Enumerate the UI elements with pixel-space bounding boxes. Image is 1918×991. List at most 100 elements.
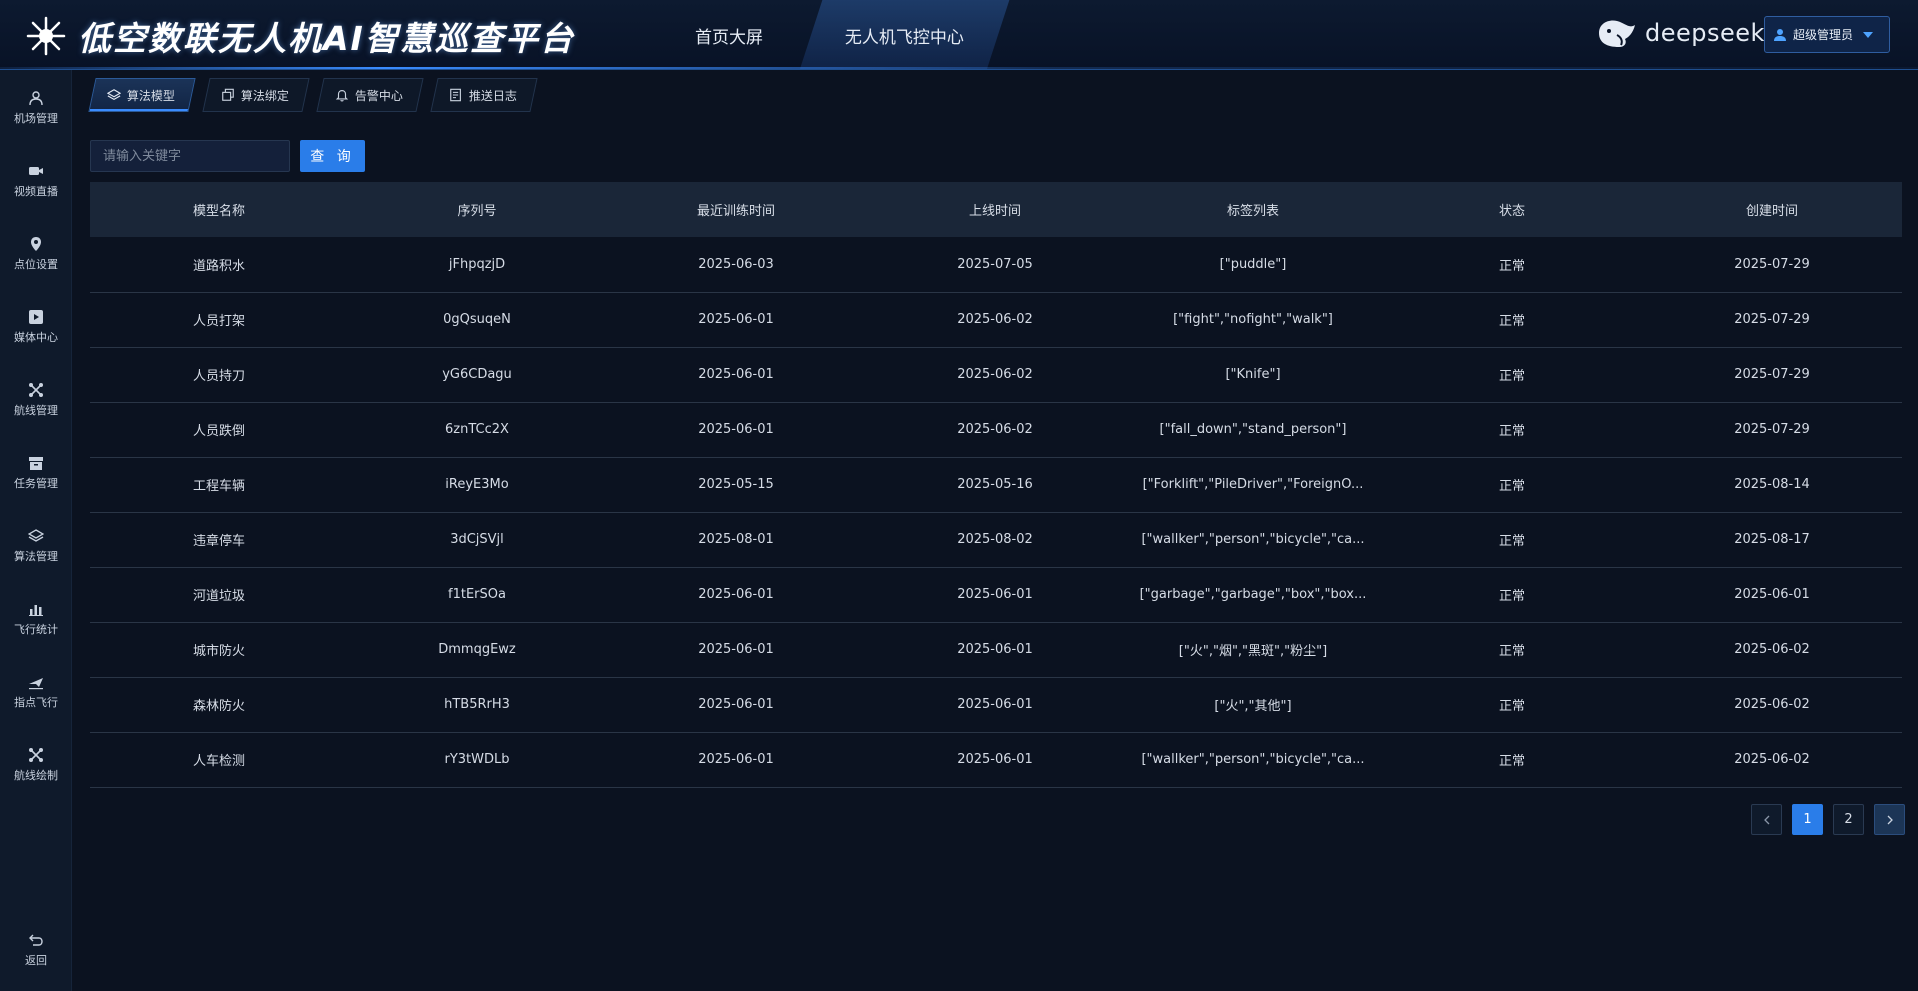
sidebar-item-points[interactable]: 点位设置	[0, 224, 72, 284]
tab-label: 告警中心	[355, 88, 404, 103]
brand-text: deepseek	[1645, 19, 1765, 47]
log-icon	[450, 88, 461, 102]
column-header: 上线时间	[968, 204, 1021, 219]
tab-alarm-center[interactable]: 告警中心	[316, 78, 424, 112]
tab-algorithm-model[interactable]: 算法模型	[88, 78, 196, 112]
tab-algorithm-binding[interactable]: 算法绑定	[202, 78, 310, 112]
table-cell: 人员打架	[192, 314, 245, 329]
table-cell: 2025-06-01	[698, 422, 774, 437]
next-page-button[interactable]	[1874, 804, 1905, 835]
whale-logo-icon	[1599, 20, 1635, 47]
table-cell: jFhpqzjD	[448, 256, 506, 272]
table-cell: 2025-06-01	[957, 642, 1033, 657]
table-row: 道路积水 jFhpqzjD 2025-06-03 2025-07-05 ["puddle…	[90, 237, 1902, 292]
table-cell: 违章停车	[192, 534, 245, 549]
sidebar-item-label: 机场管理	[14, 112, 58, 125]
table-cell: 2025-06-01	[1734, 587, 1810, 602]
sidebar-item-media[interactable]: 媒体中心	[0, 297, 72, 357]
table-cell: iReyE3Mo	[445, 477, 509, 492]
chevron-down-icon	[1863, 31, 1874, 38]
sidebar-item-point-flight[interactable]: 指点飞行	[0, 662, 72, 722]
tab-label: 推送日志	[469, 88, 518, 103]
table-cell: rY3tWDLb	[444, 752, 510, 767]
table-cell: ["fall_down","stand_person"]	[1159, 422, 1347, 437]
nav-home-screen[interactable]: 首页大屏	[665, 0, 793, 69]
table-cell: 2025-06-02	[1734, 642, 1810, 657]
table-cell: 2025-06-03	[698, 256, 774, 272]
pagination: 1 2	[1751, 804, 1905, 835]
query-button[interactable]: 查 询	[300, 140, 365, 172]
table-cell: 2025-06-01	[698, 697, 774, 712]
table-cell: 2025-06-01	[698, 312, 774, 327]
back-button[interactable]: 返回	[0, 920, 72, 980]
column-header: 模型名称	[192, 204, 245, 219]
back-label: 返回	[25, 954, 47, 967]
table-cell: ["fight","nofight","walk"]	[1173, 312, 1333, 327]
bell-icon	[335, 90, 349, 102]
table-cell: 正常	[1498, 699, 1525, 714]
table-cell: 3dCjSVjl	[450, 532, 504, 547]
nav-drone-control-center[interactable]: 无人机飞控中心	[799, 0, 1010, 69]
table-cell: ["Forklift","PileDriver","ForeignO...	[1142, 477, 1364, 492]
table-cell: 2025-07-29	[1734, 367, 1810, 382]
table-cell: yG6CDagu	[442, 367, 512, 382]
table-row: 人员跌倒 6znTCc2X 2025-06-01 2025-06-02 ["fall_d…	[90, 402, 1902, 457]
table-cell: 2025-08-01	[698, 532, 774, 547]
sidebar-item-live-video[interactable]: 视频直播	[0, 151, 72, 211]
table-cell: ["wallker","person","bicycle","ca...	[1141, 532, 1365, 547]
column-header: 序列号	[457, 204, 497, 219]
table-row: 人员打架 0gQsuqeN 2025-06-01 2025-06-02 ["fight"…	[90, 292, 1902, 347]
table-cell: 正常	[1498, 424, 1525, 439]
table-cell: 正常	[1498, 258, 1525, 274]
sidebar-item-label: 指点飞行	[14, 696, 58, 709]
table-cell: 正常	[1498, 479, 1525, 494]
table-cell: 2025-06-02	[1734, 697, 1810, 712]
sidebar-item-routes[interactable]: 航线管理	[0, 370, 72, 430]
brand-logo: deepseek	[1595, 15, 1765, 51]
top-nav: 首页大屏 无人机飞控中心	[665, 0, 1010, 69]
column-header: 最近训练时间	[696, 204, 775, 219]
table-cell: ["火","其他"]	[1214, 699, 1292, 714]
top-header: 低空数联无人机AI智慧巡查平台 首页大屏 无人机飞控中心 deepseek 超级…	[0, 0, 1918, 70]
page-button-1[interactable]: 1	[1792, 804, 1823, 835]
prev-page-button[interactable]	[1751, 804, 1782, 835]
column-header: 状态	[1498, 204, 1525, 219]
sidebar-item-flight-stats[interactable]: 飞行统计	[0, 589, 72, 649]
table-cell: 2025-08-17	[1734, 532, 1810, 547]
bar-chart-icon	[29, 605, 43, 616]
sidebar-item-label: 视频直播	[14, 185, 58, 198]
keyword-search-input[interactable]	[90, 140, 290, 172]
page-button-2[interactable]: 2	[1833, 804, 1864, 835]
table-cell: ["火","烟","黑斑","粉尘"]	[1178, 644, 1328, 659]
table-cell: 0gQsuqeN	[443, 312, 511, 327]
drone-logo-icon	[26, 16, 66, 56]
video-icon	[29, 167, 43, 175]
table-cell: 2025-06-01	[957, 587, 1033, 602]
table-row: 人车检测 rY3tWDLb 2025-06-01 2025-06-01 ["wallke…	[90, 732, 1902, 787]
sidebar-item-tasks[interactable]: 任务管理	[0, 443, 72, 503]
table-cell: hTB5RrH3	[444, 697, 510, 712]
table-cell: 6znTCc2X	[445, 422, 509, 437]
user-menu[interactable]: 超级管理员	[1764, 16, 1890, 53]
tab-push-log[interactable]: 推送日志	[430, 78, 538, 112]
table-cell: 2025-06-01	[957, 697, 1033, 712]
table-cell: 正常	[1498, 369, 1525, 384]
tab-label: 算法绑定	[241, 88, 290, 103]
table-cell: 正常	[1498, 534, 1525, 549]
sidebar-item-route-draw[interactable]: 航线绘制	[0, 735, 72, 795]
model-table: 模型名称 序列号 最近训练时间 上线时间 标签列表 状态 创建时间 道路积水 jF…	[90, 182, 1902, 788]
table-cell: 正常	[1498, 644, 1525, 659]
table-cell: 道路积水	[192, 258, 245, 274]
sidebar-item-algorithms[interactable]: 算法管理	[0, 516, 72, 576]
sidebar-item-airport[interactable]: 机场管理	[0, 78, 72, 138]
user-name: 超级管理员	[1793, 28, 1854, 42]
nav-label: 首页大屏	[695, 27, 763, 48]
table-cell: f1tErSOa	[448, 587, 506, 602]
copy-icon	[222, 88, 234, 101]
table-cell: 2025-05-15	[698, 477, 774, 492]
table-cell: 2025-07-29	[1734, 422, 1810, 437]
table-cell: 人车检测	[192, 754, 245, 769]
sidebar-item-label: 媒体中心	[14, 331, 58, 344]
user-avatar-icon	[1774, 28, 1786, 41]
table-row: 河道垃圾 f1tErSOa 2025-06-01 2025-06-01 ["garbag…	[90, 567, 1902, 622]
